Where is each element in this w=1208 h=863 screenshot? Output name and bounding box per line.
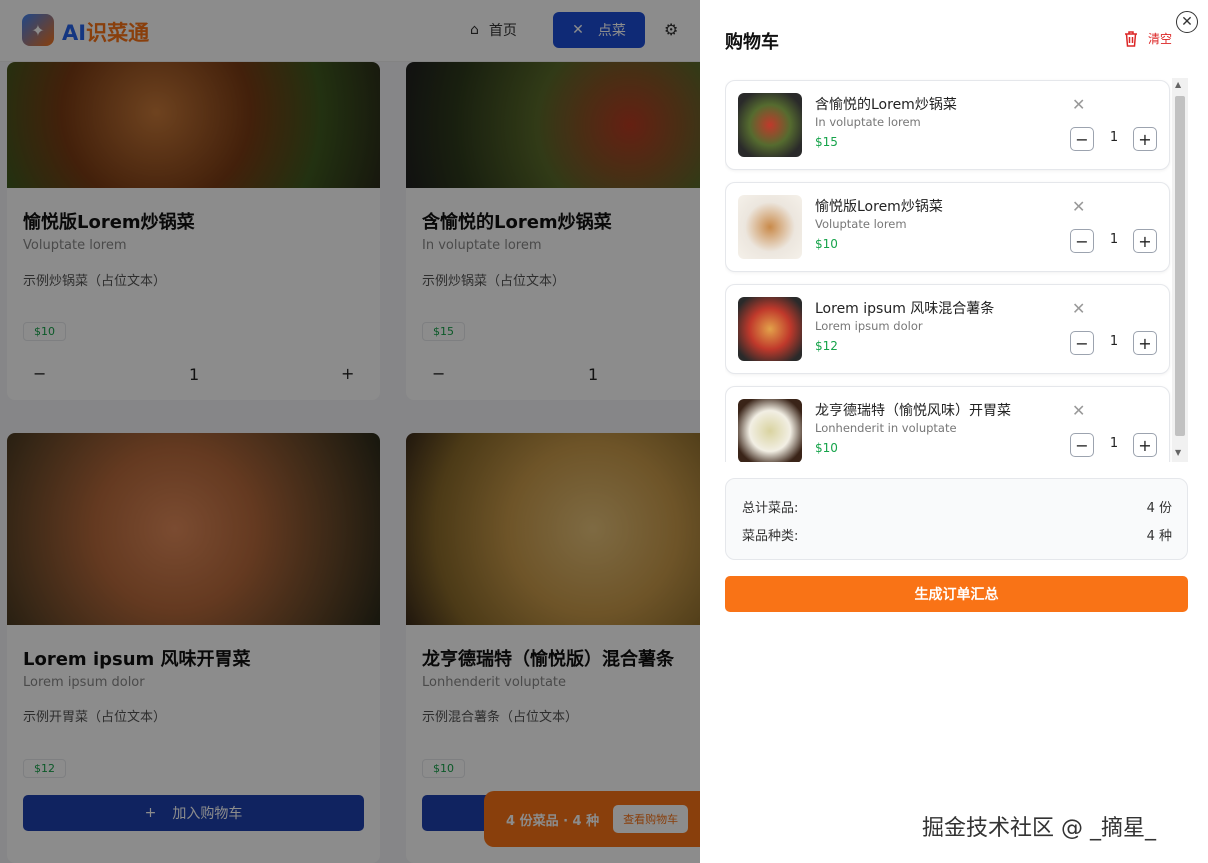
minus-icon: −: [1075, 333, 1089, 353]
cart-item-name: Lorem ipsum 风味混合薯条: [815, 301, 995, 317]
cart-item-image: [738, 297, 802, 361]
cart-title: 购物车: [725, 32, 779, 53]
summary-kinds-row: 菜品种类: 4 种: [742, 525, 1172, 544]
cart-item-subtitle: In voluptate lorem: [815, 115, 921, 129]
cart-item-list[interactable]: 含愉悦的Lorem炒锅菜 In voluptate lorem $15 ✕ − …: [725, 78, 1188, 462]
cart-item: Lorem ipsum 风味混合薯条 Lorem ipsum dolor $12…: [725, 284, 1170, 374]
decrease-button[interactable]: −: [1070, 331, 1094, 355]
cart-item-image: [738, 195, 802, 259]
increase-button[interactable]: +: [1133, 229, 1157, 253]
decrease-button[interactable]: −: [1070, 229, 1094, 253]
increase-button[interactable]: +: [1133, 331, 1157, 355]
minus-icon: −: [1075, 231, 1089, 251]
summary-kinds-label: 菜品种类:: [742, 529, 799, 544]
decrease-button[interactable]: −: [1070, 433, 1094, 457]
cart-item: 愉悦版Lorem炒锅菜 Voluptate lorem $10 ✕ − 1 +: [725, 182, 1170, 272]
clear-cart-label: 清空: [1148, 32, 1173, 46]
summary-total-label: 总计菜品:: [742, 501, 799, 516]
remove-icon[interactable]: ✕: [1072, 95, 1085, 114]
plus-icon: +: [1138, 231, 1152, 251]
cart-item-subtitle: Lorem ipsum dolor: [815, 319, 923, 333]
cart-item-price: $12: [815, 339, 838, 353]
decrease-button[interactable]: −: [1070, 127, 1094, 151]
cart-item-price: $10: [815, 441, 838, 455]
cart-item-name: 含愉悦的Lorem炒锅菜: [815, 97, 957, 113]
cart-item-name: 愉悦版Lorem炒锅菜: [815, 199, 943, 215]
cart-drawer: 购物车 清空 ✕ 含愉悦的Lorem炒锅菜 In voluptate lorem…: [700, 0, 1208, 863]
cart-item: 含愉悦的Lorem炒锅菜 In voluptate lorem $15 ✕ − …: [725, 80, 1170, 170]
close-icon[interactable]: ✕: [1176, 11, 1198, 33]
plus-icon: +: [1138, 129, 1152, 149]
cart-item-image: [738, 399, 802, 462]
increase-button[interactable]: +: [1133, 127, 1157, 151]
cart-item-price: $10: [815, 237, 838, 251]
summary-total-value: 4 份: [1146, 501, 1172, 516]
plus-icon: +: [1138, 333, 1152, 353]
watermark: 掘金技术社区 @ _摘星_: [922, 816, 1156, 841]
plus-icon: +: [1138, 435, 1152, 455]
cart-item-price: $15: [815, 135, 838, 149]
minus-icon: −: [1075, 435, 1089, 455]
summary-total-row: 总计菜品: 4 份: [742, 497, 1172, 516]
increase-button[interactable]: +: [1133, 433, 1157, 457]
cart-item-qty: 1: [1109, 130, 1119, 145]
scroll-down-arrow[interactable]: ▼: [1175, 448, 1181, 457]
summary-kinds-value: 4 种: [1146, 529, 1172, 544]
cart-item-qty: 1: [1109, 232, 1119, 247]
cart-summary: 总计菜品: 4 份 菜品种类: 4 种: [725, 478, 1188, 560]
scrollbar-thumb[interactable]: [1175, 96, 1185, 436]
trash-icon: [1125, 30, 1137, 47]
scroll-up-arrow[interactable]: ▲: [1175, 80, 1181, 89]
remove-icon[interactable]: ✕: [1072, 197, 1085, 216]
generate-order-summary-button[interactable]: 生成订单汇总: [725, 576, 1188, 612]
cart-scrollbar[interactable]: ▲ ▼: [1172, 78, 1188, 462]
minus-icon: −: [1075, 129, 1089, 149]
cart-item-qty: 1: [1109, 436, 1119, 451]
cart-item: 龙亨德瑞特（愉悦风味）开胃菜 Lonhenderit in voluptate …: [725, 386, 1170, 462]
cart-item-qty: 1: [1109, 334, 1119, 349]
cart-item-subtitle: Lonhenderit in voluptate: [815, 421, 957, 435]
modal-overlay[interactable]: [0, 0, 700, 863]
remove-icon[interactable]: ✕: [1072, 299, 1085, 318]
clear-cart-button[interactable]: 清空: [1124, 30, 1172, 47]
remove-icon[interactable]: ✕: [1072, 401, 1085, 420]
cart-item-image: [738, 93, 802, 157]
cart-item-name: 龙亨德瑞特（愉悦风味）开胃菜: [815, 403, 1011, 419]
cart-item-subtitle: Voluptate lorem: [815, 217, 907, 231]
